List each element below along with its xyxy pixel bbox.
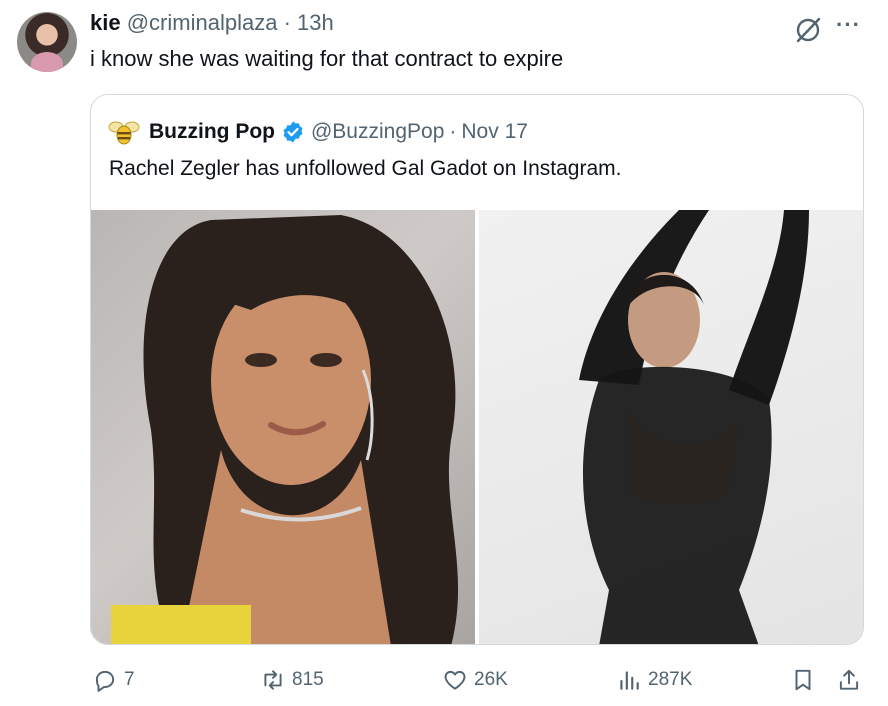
tweet-text: i know she was waiting for that contract… xyxy=(90,46,564,71)
like-button[interactable]: 26K xyxy=(442,664,508,696)
grok-icon[interactable] xyxy=(792,14,824,46)
quoted-tweet-header: Buzzing Pop @BuzzingPop · Nov 17 xyxy=(107,115,528,149)
tweet-header: kie @criminalplaza · 13h xyxy=(90,10,334,36)
views-button[interactable]: 287K xyxy=(616,664,692,696)
author-handle[interactable]: @criminalplaza xyxy=(127,10,278,35)
repost-count: 815 xyxy=(292,669,324,690)
author-avatar[interactable] xyxy=(17,12,77,72)
more-icon[interactable]: ··· xyxy=(836,12,861,38)
reply-count: 7 xyxy=(124,669,135,690)
photo-left[interactable] xyxy=(91,210,475,644)
tweet-action-bar: 7 815 26K 287K xyxy=(0,664,888,696)
separator-dot: · xyxy=(283,10,291,35)
photo-right[interactable] xyxy=(479,210,863,644)
quoted-author-handle[interactable]: @BuzzingPop xyxy=(311,120,444,144)
tweet-time[interactable]: 13h xyxy=(297,10,334,35)
separator-dot: · xyxy=(449,120,457,143)
bee-avatar-icon[interactable] xyxy=(107,115,141,149)
views-icon xyxy=(620,671,639,690)
verified-badge-icon xyxy=(283,121,303,143)
photo-left-illustration xyxy=(111,215,459,644)
share-button[interactable] xyxy=(836,664,868,696)
repost-icon xyxy=(264,670,282,690)
repost-button[interactable]: 815 xyxy=(260,664,324,696)
quoted-tweet-card[interactable]: Buzzing Pop @BuzzingPop · Nov 17 Rachel … xyxy=(90,94,864,645)
quoted-author-name[interactable]: Buzzing Pop xyxy=(149,120,275,144)
bookmark-button[interactable] xyxy=(790,664,822,696)
quoted-tweet-date[interactable]: Nov 17 xyxy=(461,120,528,144)
bookmark-icon xyxy=(795,669,811,691)
quoted-tweet-text: Rachel Zegler has unfollowed Gal Gadot o… xyxy=(109,157,622,180)
like-count: 26K xyxy=(474,669,508,690)
photo-right-illustration xyxy=(579,210,809,644)
heart-icon xyxy=(444,670,466,690)
views-count: 287K xyxy=(648,669,693,690)
reply-icon xyxy=(95,670,115,692)
share-icon xyxy=(839,669,859,690)
author-name[interactable]: kie xyxy=(90,10,121,35)
reply-button[interactable]: 7 xyxy=(92,664,135,696)
